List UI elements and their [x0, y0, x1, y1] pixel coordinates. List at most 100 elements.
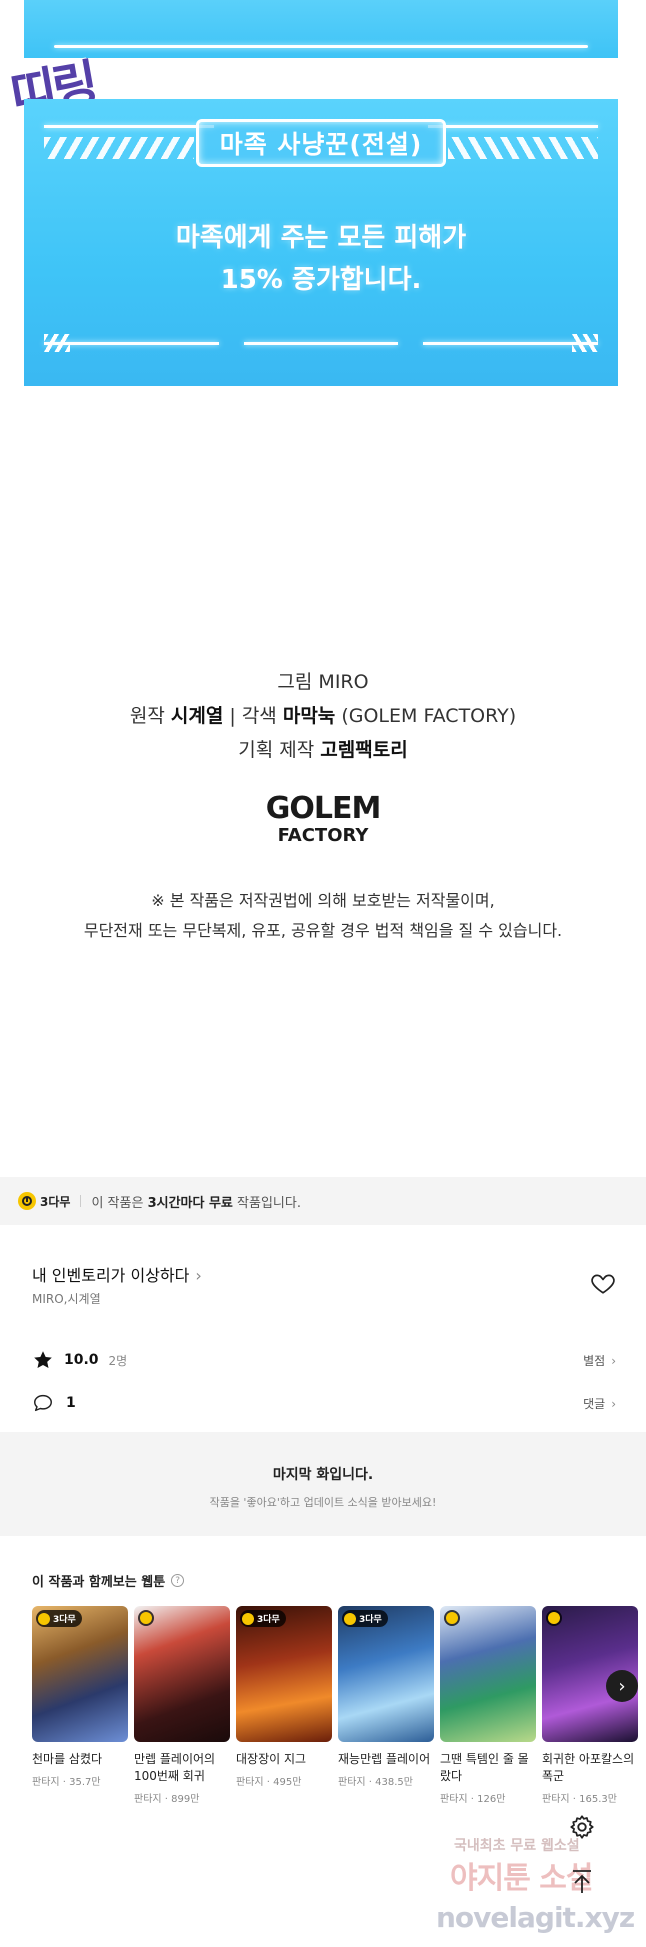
tag-label: 3다무: [53, 1615, 76, 1625]
card-meta: 판타지 · 126만: [440, 1794, 506, 1805]
chevron-right-icon: ›: [618, 1675, 626, 1697]
credit-original: 원작 시계열 | 각색 마막눅 (GOLEM FACTORY): [0, 699, 646, 733]
comment-icon: [34, 1394, 52, 1412]
golem-factory-logo: GOLEM FACTORY: [265, 791, 382, 847]
recommendations: 이 작품과 함께보는 웹툰 ? 3다무 천마를 삼켰다 판타지 · 35.7만 …: [0, 1542, 646, 1832]
decor-chevrons: [572, 334, 598, 352]
watermark-line: 국내최초 무료 웹소설: [454, 1838, 580, 1854]
clock-icon: [242, 1612, 254, 1625]
credit-value: MIRO: [318, 671, 369, 693]
carousel-next-button[interactable]: ›: [606, 1670, 638, 1702]
card-title: 회귀한 아포칼스의 폭군: [542, 1752, 635, 1783]
comment-count: 1: [66, 1395, 76, 1411]
cover-thumbnail: 3다무: [338, 1606, 434, 1742]
logo-line: GOLEM: [265, 791, 382, 826]
clock-icon: [140, 1612, 152, 1624]
notice-line: 무단전재 또는 무단복제, 유포, 공유할 경우 법적 책임을 질 수 있습니다…: [83, 921, 563, 940]
clock-icon: [344, 1612, 356, 1625]
comments-link[interactable]: 댓글 ›: [583, 1395, 616, 1412]
series-title-link[interactable]: 내 인벤토리가 이상하다 ›: [32, 1262, 202, 1286]
heart-icon[interactable]: [590, 1270, 616, 1296]
banner-text: 작품입니다.: [237, 1195, 301, 1211]
credit-plan: 기획 제작 고렘팩토리: [0, 733, 646, 767]
rating-count: 2명: [108, 1353, 128, 1368]
skill-title-bar: 마족 사냥꾼(전설): [24, 111, 618, 169]
decor-chevrons: [448, 137, 598, 159]
clock-icon: [18, 1192, 36, 1210]
card-title: 재능만렙 플레이어: [338, 1752, 431, 1766]
credit-art: 그림 MIRO: [0, 665, 646, 699]
settings-gear-icon[interactable]: [568, 1813, 596, 1841]
cover-thumbnail: [440, 1606, 536, 1742]
last-episode-notice: 마지막 화입니다. 작품을 '좋아요'하고 업데이트 소식을 받아보세요!: [0, 1432, 646, 1536]
recommendation-card[interactable]: 3다무 천마를 삼켰다 판타지 · 35.7만: [32, 1606, 128, 1788]
recommendation-card[interactable]: 그땐 특템인 줄 몰랐다 판타지 · 126만: [440, 1606, 536, 1805]
recommendations-title: 이 작품과 함께보는 웹툰 ?: [32, 1571, 185, 1590]
credit-value: 마막눅: [282, 705, 336, 727]
series-info: 내 인벤토리가 이상하다 › MIRO,시계열 10.0 2명 별점 › 1 댓글 ›: [0, 1240, 646, 1420]
cover-thumbnail: [134, 1606, 230, 1742]
decor-chevrons: [44, 137, 194, 159]
tag-label: 3다무: [359, 1615, 382, 1625]
decor-line: [44, 342, 219, 345]
wait-free-tag: 3다무: [240, 1610, 286, 1627]
card-meta: 판타지 · 438.5만: [338, 1777, 413, 1788]
card-title: 그땐 특템인 줄 몰랐다: [440, 1752, 529, 1783]
decor-line: [44, 125, 214, 128]
credit-value-extra: (GOLEM FACTORY): [341, 705, 517, 727]
chevron-right-icon: ›: [195, 1266, 202, 1285]
skill-description: 마족에게 주는 모든 피해가 15% 증가합니다.: [24, 217, 618, 301]
skill-footer-decor: [44, 334, 598, 362]
decor-line: [428, 125, 598, 128]
skill-desc-line: 15% 증가합니다.: [220, 265, 422, 295]
tag-label: 3다무: [257, 1615, 280, 1625]
recommendation-carousel: 3다무 천마를 삼켰다 판타지 · 35.7만 만렙 플레이어의 100번째 회…: [32, 1606, 646, 1826]
rate-link[interactable]: 별점 ›: [583, 1352, 616, 1369]
scroll-to-top-button[interactable]: [566, 1866, 598, 1898]
decor-line: [244, 342, 398, 345]
divider: [80, 1195, 82, 1207]
recommendation-card[interactable]: 3다무 대장장이 지그 판타지 · 495만: [236, 1606, 332, 1788]
banner-text: 이 작품은: [91, 1195, 144, 1211]
recommendation-card[interactable]: 3다무 재능만렙 플레이어 판타지 · 438.5만: [338, 1606, 434, 1788]
recommendation-card[interactable]: 회귀한 아포칼스의 폭군 판타지 · 165.3만: [542, 1606, 638, 1805]
star-icon: [34, 1351, 52, 1368]
credit-value: 고렘팩토리: [320, 739, 408, 761]
card-title: 만렙 플레이어의 100번째 회귀: [134, 1752, 216, 1783]
credit-separator: |: [229, 705, 236, 727]
skill-panel: 마족 사냥꾼(전설) 마족에게 주는 모든 피해가 15% 증가합니다.: [24, 99, 618, 386]
series-title: 내 인벤토리가 이상하다: [32, 1266, 190, 1285]
viewer-page: 띠링 마족 사냥꾼(전설) 마족에게 주는 모든 피해가 15% 증가합니다. …: [0, 0, 646, 1947]
wait-free-tag: 3다무: [36, 1610, 82, 1627]
credit-value: 시계열: [170, 705, 224, 727]
last-episode-title: 마지막 화입니다.: [272, 1467, 374, 1483]
copyright-notice: ※ 본 작품은 저작권법에 의해 보호받는 저작물이며, 무단전재 또는 무단복…: [0, 886, 646, 946]
panel-top-stripe: [54, 45, 588, 48]
recommendations-heading: 이 작품과 함께보는 웹툰: [32, 1575, 166, 1590]
cover-thumbnail: 3다무: [32, 1606, 128, 1742]
decor-chevrons: [44, 334, 70, 352]
notice-line: ※ 본 작품은 저작권법에 의해 보호받는 저작물이며,: [151, 891, 495, 910]
card-meta: 판타지 · 165.3만: [542, 1794, 617, 1805]
panel-top-strip: [24, 0, 618, 58]
rate-link-label: 별점: [583, 1353, 606, 1368]
clock-icon: [38, 1612, 50, 1625]
wait-free-tag: [546, 1610, 562, 1626]
recommendation-card[interactable]: 만렙 플레이어의 100번째 회귀 판타지 · 899만: [134, 1606, 230, 1805]
help-icon[interactable]: ?: [171, 1574, 185, 1587]
clock-icon: [548, 1612, 560, 1624]
card-meta: 판타지 · 35.7만: [32, 1777, 101, 1788]
wait-free-tag: [138, 1610, 154, 1626]
rating-row: 10.0 2명 별점 ›: [32, 1345, 616, 1375]
credits: 그림 MIRO 원작 시계열 | 각색 마막눅 (GOLEM FACTORY) …: [0, 665, 646, 767]
badge-label: 3다무: [40, 1194, 71, 1209]
chevron-right-icon: ›: [611, 1396, 616, 1411]
credit-label: 기획 제작: [238, 739, 315, 761]
comment-row: 1 댓글 ›: [32, 1388, 616, 1418]
skill-desc-line: 마족에게 주는 모든 피해가: [175, 223, 467, 253]
card-title: 대장장이 지그: [236, 1752, 307, 1766]
card-meta: 판타지 · 899만: [134, 1794, 200, 1805]
credit-label: 그림: [277, 671, 313, 693]
banner-text-bold: 3시간마다 무료: [147, 1195, 233, 1211]
rating-score: 10.0: [64, 1352, 99, 1368]
